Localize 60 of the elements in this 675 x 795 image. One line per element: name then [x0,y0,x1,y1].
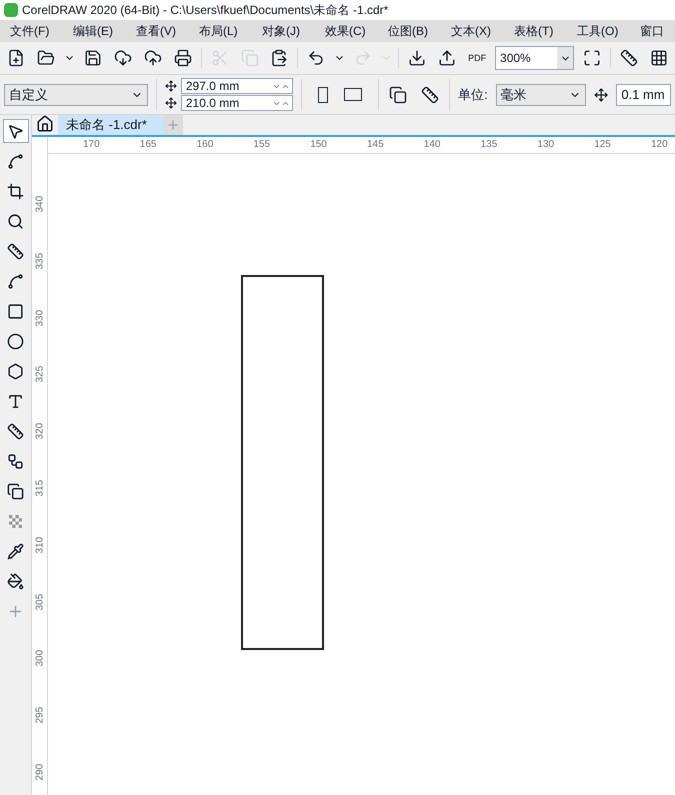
eyedropper-icon [7,542,24,560]
undo-icon [307,49,326,67]
app-logo-icon [4,3,18,17]
search-icon [7,212,24,230]
zoom-dropdown[interactable]: 300% [495,46,574,70]
home-icon[interactable] [36,115,54,133]
paste-icon [270,49,288,67]
rectangle-icon [7,302,24,320]
grid-icon [650,49,668,67]
document-tab[interactable]: 未命名 -1.cdr* [58,115,163,135]
units-dropdown[interactable]: 毫米 [496,84,586,106]
vertical-ruler: 340 335 330 325 320 315 310 305 300 295 290 [32,154,48,795]
menu-item[interactable]: 对象(J) [252,22,315,40]
pdf-button[interactable]: PDF [465,54,490,62]
new-document-icon [6,49,25,67]
crop-icon [7,182,24,200]
horizontal-ruler: 170 165 160 155 150 145 140 135 130 125 120 [48,137,675,154]
width-field[interactable]: 297.0 mm [180,78,293,94]
menu-item[interactable]: 文件(F) [0,22,63,40]
save-icon [84,49,102,67]
cloud-download-icon [114,49,132,67]
copy-icon [240,49,258,67]
connector-icon [7,452,24,470]
menu-item[interactable]: 布局(L) [189,22,252,40]
window-title: CorelDRAW 2020 (64-Bit) - C:\Users\fkuef\Documents\未命名 -1.cdr* [22,2,388,19]
landscape-icon[interactable] [344,88,362,101]
redo-icon [354,49,372,67]
menu-item[interactable]: 表格(T) [504,22,567,40]
units-label: 单位: [458,86,488,104]
menu-item[interactable]: 查看(V) [126,22,189,40]
menu-item[interactable]: 位图(B) [378,22,441,40]
nudge-field[interactable]: 0.1 mm [616,84,671,106]
text-icon [7,392,24,410]
height-field[interactable]: 210.0 mm [180,95,293,111]
cloud-upload-icon [144,49,162,67]
open-icon [36,49,55,67]
page-size-dropdown[interactable]: 自定义 [4,84,148,106]
export-icon [438,49,456,67]
pointer-tool[interactable] [2,119,28,143]
menu-item[interactable]: 效果(C) [315,22,378,40]
full-screen-icon [583,49,602,67]
import-icon [408,49,426,67]
menu-item[interactable]: 编辑(E) [63,22,126,40]
checkerboard-icon [8,514,23,528]
ellipse-icon [7,332,24,350]
menu-item[interactable]: 窗口 [630,22,675,40]
menu-item[interactable]: 文本(X) [441,22,504,40]
cut-icon [210,49,229,67]
fill-icon [7,572,24,590]
pointer-icon [7,122,24,140]
menu-item[interactable]: 工具(O) [567,22,630,40]
hexagon-icon [7,362,24,380]
node-icon [7,152,24,170]
dimension-icon [7,422,24,440]
portrait-icon[interactable] [318,86,328,102]
curve-icon [7,272,24,290]
ruler-toggle-icon [620,49,638,67]
print-icon [174,49,192,67]
nudge-icon [594,86,608,102]
pages-icon [389,86,408,104]
